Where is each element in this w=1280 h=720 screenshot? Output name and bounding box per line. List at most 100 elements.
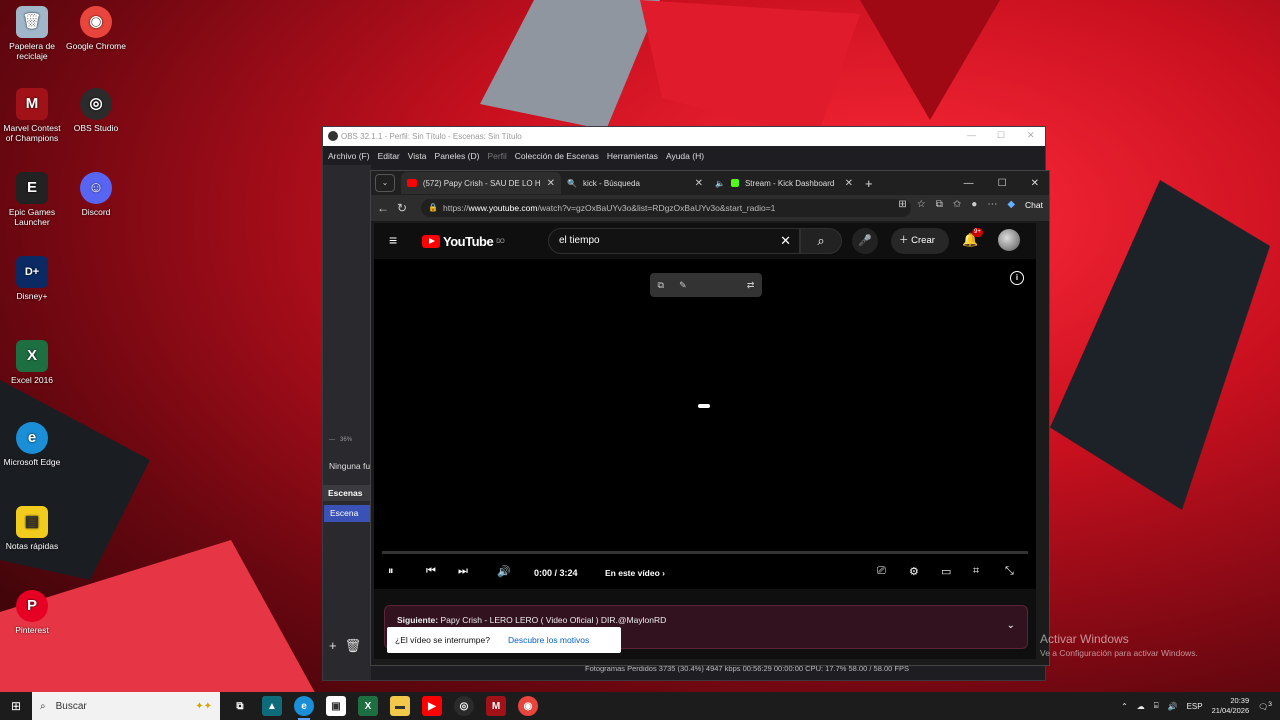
volume-icon[interactable]: 🔊: [1168, 702, 1178, 711]
youtube-logo[interactable]: YouTube DO: [422, 234, 505, 249]
start-button[interactable]: ⊞: [0, 692, 32, 720]
chevron-up-icon[interactable]: ⌃: [1121, 702, 1128, 711]
desktop-icon-epic[interactable]: E Epic Games Launcher: [0, 172, 64, 227]
create-button[interactable]: ＋ Crear: [891, 228, 949, 254]
excel-icon[interactable]: X: [358, 696, 378, 716]
close-icon[interactable]: ✕: [1031, 178, 1039, 189]
desktop-icon-sticky-notes[interactable]: ▤ Notas rápidas: [0, 506, 64, 551]
edge-icon[interactable]: e: [294, 696, 314, 720]
search-button[interactable]: ⌕: [800, 228, 842, 254]
copilot-icon[interactable]: ◆: [1007, 199, 1015, 210]
info-icon[interactable]: i: [1010, 271, 1024, 285]
progress-bar[interactable]: [382, 551, 1028, 554]
obs-title-bar[interactable]: OBS 32.1.1 - Perfil: Sin Título - Escena…: [323, 127, 1045, 146]
menu-herramientas[interactable]: Herramientas: [607, 151, 658, 161]
minimize-icon[interactable]: —: [964, 178, 974, 189]
copy-icon[interactable]: ⧉: [658, 280, 664, 291]
store-icon[interactable]: ▣: [326, 696, 346, 716]
menu-archivo[interactable]: Archivo (F): [328, 151, 370, 161]
clear-search-icon[interactable]: ✕: [780, 229, 791, 253]
notifications-icon[interactable]: 🗨3: [1258, 701, 1272, 712]
menu-coleccion-escenas[interactable]: Colección de Escenas: [515, 151, 599, 161]
desktop-icon-obs[interactable]: ◎ OBS Studio: [64, 88, 128, 133]
youtube-header: ≡ YouTube DO el tiempo ✕ ⌕ 🎤 ＋ Crear 🔔 9+: [374, 223, 1036, 259]
miniplayer-icon[interactable]: ▭: [941, 565, 951, 578]
tab-youtube[interactable]: (572) Papy Crish - SAU DE LO HO ✕: [401, 172, 561, 194]
youtube-icon[interactable]: ▶: [422, 696, 442, 716]
new-tab-button[interactable]: +: [859, 172, 879, 194]
favorites-icon[interactable]: ✩: [953, 199, 961, 210]
menu-editar[interactable]: Editar: [378, 151, 400, 161]
clock[interactable]: 20:39 21/04/2026: [1212, 696, 1250, 716]
subtitles-icon[interactable]: ⎚: [877, 565, 886, 578]
video-player[interactable]: ⧉ ✎ ⇄ i ⏸ ⏮ ⏭ 🔊 0:00 / 3:24 En este víde…: [374, 259, 1036, 589]
chrome-icon[interactable]: ◉: [518, 696, 538, 716]
profile-icon[interactable]: ●: [971, 199, 977, 210]
refresh-icon[interactable]: ↻: [397, 201, 407, 215]
maximize-icon[interactable]: ☐: [997, 130, 1005, 141]
desktop-icon-recycle-bin[interactable]: 🗑 Papelera de reciclaje: [0, 6, 64, 61]
tab-list-chevron-icon[interactable]: ⌄: [375, 174, 395, 192]
desktop-icon-discord[interactable]: ☺ Discord: [64, 172, 128, 217]
volume-icon[interactable]: 🔊: [497, 565, 511, 578]
chapter-button[interactable]: En este vídeo ›: [605, 568, 665, 578]
tab-kick-dashboard[interactable]: 🔈 Stream - Kick Dashboard ✕: [709, 172, 859, 194]
language-indicator[interactable]: ESP: [1187, 702, 1203, 711]
delete-scene-icon[interactable]: 🗑: [345, 638, 362, 654]
search-input[interactable]: el tiempo ✕: [548, 228, 800, 254]
minimize-icon[interactable]: —: [967, 130, 976, 140]
maximize-icon[interactable]: ☐: [998, 178, 1007, 189]
app-available-icon[interactable]: ⊞: [898, 199, 906, 210]
file-explorer-icon[interactable]: ▬: [390, 696, 410, 716]
scene-item[interactable]: Escena: [324, 505, 370, 522]
hamburger-menu-icon[interactable]: ≡: [389, 232, 397, 248]
menu-perfil[interactable]: Perfil: [487, 151, 506, 161]
activate-title: Activar Windows: [1040, 632, 1129, 646]
address-bar[interactable]: 🔒 https://www.youtube.com/watch?v=gzOxBa…: [421, 199, 911, 217]
edge-icon: e: [16, 422, 48, 454]
menu-paneles[interactable]: Paneles (D): [435, 151, 480, 161]
avatar[interactable]: [998, 229, 1020, 251]
close-tab-icon[interactable]: ✕: [547, 178, 555, 189]
cast-icon[interactable]: ⌗: [973, 565, 979, 578]
learn-why-link[interactable]: Descubre los motivos: [508, 635, 589, 645]
settings-icon[interactable]: ⚙: [909, 565, 919, 578]
close-icon[interactable]: ✕: [1027, 130, 1035, 141]
network-icon[interactable]: ⌸: [1154, 701, 1159, 711]
back-icon[interactable]: ←: [377, 201, 389, 215]
translate-icon[interactable]: ⇄: [747, 280, 755, 291]
task-view-icon[interactable]: ⧉: [230, 696, 250, 716]
desktop-icon-disney[interactable]: D+ Disney+: [0, 256, 64, 301]
desktop-icon-pinterest[interactable]: P Pinterest: [0, 590, 64, 635]
desktop-icon-edge[interactable]: e Microsoft Edge: [0, 422, 64, 467]
note-icon[interactable]: ✎: [679, 280, 687, 291]
close-tab-icon[interactable]: ✕: [845, 178, 853, 189]
taskbar: ⊞ ⌕ Buscar ✦✦ ⧉ ▲ e ▣ X ▬ ▶ ◎ M ◉ ⌃ ☁ ⌸ …: [0, 692, 1280, 720]
chat-button[interactable]: Chat: [1025, 200, 1043, 210]
voice-search-button[interactable]: 🎤: [852, 228, 878, 254]
desktop-icon-excel[interactable]: X Excel 2016: [0, 340, 64, 385]
previous-icon[interactable]: ⏮: [426, 565, 436, 578]
next-icon[interactable]: ⏭: [458, 565, 468, 578]
desktop-icon-chrome[interactable]: ◉ Google Chrome: [64, 6, 128, 51]
translator-toolbar: ⧉ ✎ ⇄: [650, 273, 762, 297]
desktop-icon-mcoc[interactable]: M Marvel Contest of Champions: [0, 88, 64, 143]
menu-vista[interactable]: Vista: [408, 151, 427, 161]
extensions-icon[interactable]: ⧉: [936, 199, 943, 210]
chevron-down-icon[interactable]: ⌄: [1007, 620, 1015, 631]
obs-icon[interactable]: ◎: [454, 696, 474, 716]
onedrive-icon[interactable]: ☁: [1137, 702, 1145, 711]
browser-window[interactable]: ⌄ (572) Papy Crish - SAU DE LO HO ✕ 🔍 ki…: [370, 170, 1050, 666]
fullscreen-exit-icon[interactable]: ⤡: [1005, 565, 1014, 578]
pause-icon[interactable]: ⏸: [388, 565, 394, 578]
more-options-icon[interactable]: ⋯: [987, 199, 997, 210]
taskbar-search[interactable]: ⌕ Buscar ✦✦: [32, 692, 220, 720]
favorite-star-icon[interactable]: ☆: [917, 199, 926, 210]
add-scene-icon[interactable]: +: [329, 638, 337, 654]
menu-ayuda[interactable]: Ayuda (H): [666, 151, 704, 161]
tab-kick-search[interactable]: 🔍 kick - Búsqueda ✕: [561, 172, 709, 194]
notifications-button[interactable]: 🔔 9+: [962, 228, 983, 248]
mcoc-icon[interactable]: M: [486, 696, 506, 716]
azure-data-icon[interactable]: ▲: [262, 696, 282, 716]
close-tab-icon[interactable]: ✕: [695, 178, 703, 189]
